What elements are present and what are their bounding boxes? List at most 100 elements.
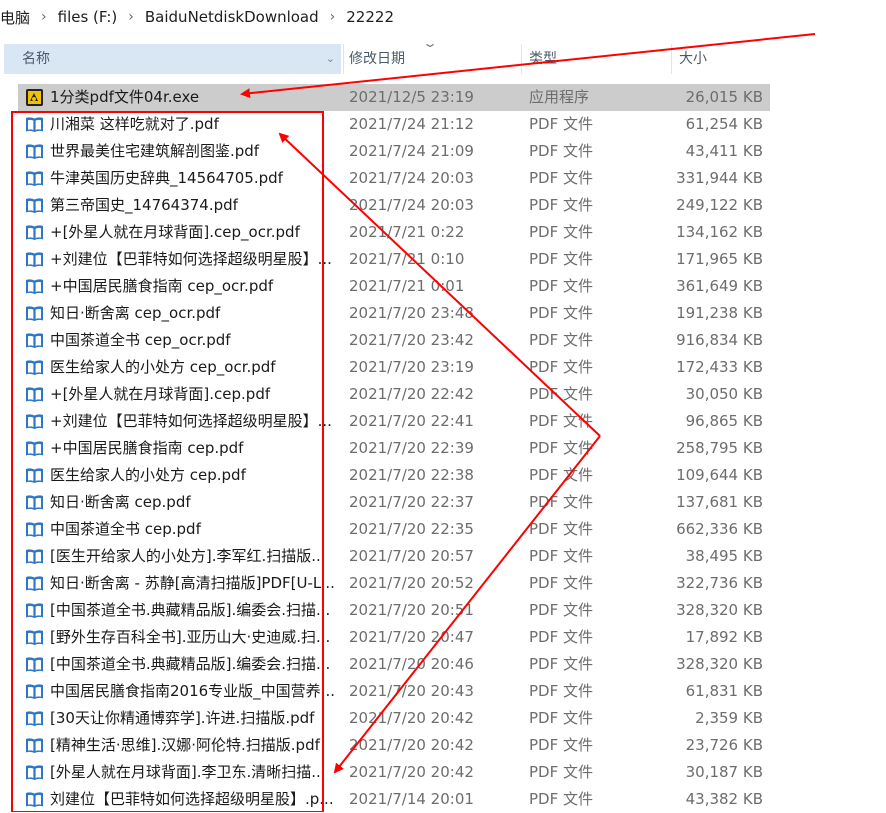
file-row[interactable]: 川湘菜 这样吃就对了.pdf 2021/7/24 21:12 PDF 文件 61,25… <box>0 111 886 138</box>
column-header-name[interactable]: 名称 ⌄ <box>4 44 341 74</box>
file-size: 2,359 KB <box>695 709 763 727</box>
file-row[interactable]: 刘建位【巴菲特如何选择超级明星股】.p... 2021/7/14 20:01 PDF… <box>0 786 886 813</box>
file-row[interactable]: 世界最美住宅建筑解剖图鉴.pdf 2021/7/24 21:09 PDF 文件 43,… <box>0 138 886 165</box>
breadcrumb-item-drive[interactable]: files (F:) <box>53 8 123 26</box>
column-divider[interactable] <box>521 44 522 74</box>
pdf-icon <box>25 439 44 458</box>
file-date: 2021/7/24 20:03 <box>349 169 474 187</box>
pdf-icon <box>25 493 44 512</box>
file-size: 26,015 KB <box>685 88 763 106</box>
breadcrumb-item-current[interactable]: 22222 <box>341 8 399 26</box>
file-row[interactable]: [医生开给家人的小处方].李军红.扫描版... 2021/7/20 20:57 PD… <box>0 543 886 570</box>
file-row[interactable]: [野外生存百科全书].亚历山大·史迪威.扫... 2021/7/20 20:47 P… <box>0 624 886 651</box>
file-size: 662,336 KB <box>676 520 763 538</box>
column-divider[interactable] <box>343 44 344 74</box>
file-size: 109,644 KB <box>676 466 763 484</box>
file-date: 2021/7/20 22:35 <box>349 520 474 538</box>
file-type: PDF 文件 <box>529 439 593 457</box>
file-name: 1分类pdf文件04r.exe <box>50 88 200 106</box>
pdf-icon <box>25 628 44 647</box>
file-name: 世界最美住宅建筑解剖图鉴.pdf <box>50 142 260 160</box>
column-header-date[interactable]: 修改日期 <box>349 44 405 74</box>
file-size: 43,382 KB <box>685 790 763 808</box>
file-date: 2021/7/20 23:48 <box>349 304 474 322</box>
file-size: 191,238 KB <box>676 304 763 322</box>
file-name: 中国居民膳食指南2016专业版_中国营养... <box>50 682 335 700</box>
chevron-right-icon[interactable]: › <box>122 9 140 25</box>
file-name: 医生给家人的小处方 cep.pdf <box>50 466 246 484</box>
pdf-icon <box>25 790 44 809</box>
file-date: 2021/7/24 21:12 <box>349 115 474 133</box>
pdf-icon <box>25 574 44 593</box>
pdf-icon <box>25 115 44 134</box>
file-date: 2021/7/20 22:37 <box>349 493 474 511</box>
file-name: 中国茶道全书 cep.pdf <box>50 520 201 538</box>
file-row[interactable]: 第三帝国史_14764374.pdf 2021/7/24 20:03 PDF 文件 2… <box>0 192 886 219</box>
file-type: PDF 文件 <box>529 763 593 781</box>
breadcrumb-item-folder[interactable]: BaiduNetdiskDownload <box>140 8 324 26</box>
file-size: 137,681 KB <box>676 493 763 511</box>
file-type: PDF 文件 <box>529 196 593 214</box>
pdf-icon <box>25 520 44 539</box>
file-date: 2021/7/20 20:47 <box>349 628 474 646</box>
breadcrumb-item-computer[interactable]: 电脑 <box>0 7 35 28</box>
pdf-icon <box>25 763 44 782</box>
file-type: PDF 文件 <box>529 223 593 241</box>
file-row[interactable]: [外星人就在月球背面].李卫东.清晰扫描... 2021/7/20 20:42 PD… <box>0 759 886 786</box>
chevron-right-icon[interactable]: › <box>35 9 53 25</box>
file-name: +中国居民膳食指南 cep.pdf <box>50 439 244 457</box>
pdf-icon <box>25 277 44 296</box>
pdf-icon <box>25 547 44 566</box>
file-date: 2021/7/20 20:57 <box>349 547 474 565</box>
file-row[interactable]: 医生给家人的小处方 cep_ocr.pdf 2021/7/20 23:19 PDF … <box>0 354 886 381</box>
file-row[interactable]: [中国茶道全书.典藏精品版].编委会.扫描... 2021/7/20 20:51 P… <box>0 597 886 624</box>
file-row[interactable]: 1分类pdf文件04r.exe 2021/12/5 23:19 应用程序 26,015… <box>0 84 886 111</box>
file-type: PDF 文件 <box>529 304 593 322</box>
file-name: [外星人就在月球背面].李卫东.清晰扫描... <box>50 763 326 781</box>
file-size: 61,254 KB <box>685 115 763 133</box>
file-type: PDF 文件 <box>529 628 593 646</box>
file-row[interactable]: [精神生活·思维].汉娜·阿伦特.扫描版.pdf 2021/7/20 20:42 P… <box>0 732 886 759</box>
file-row[interactable]: 中国茶道全书 cep.pdf 2021/7/20 22:35 PDF 文件 662,3… <box>0 516 886 543</box>
file-row[interactable]: +[外星人就在月球背面].cep.pdf 2021/7/20 22:42 PDF 文… <box>0 381 886 408</box>
column-header-type[interactable]: 类型 <box>529 44 557 74</box>
file-row[interactable]: 医生给家人的小处方 cep.pdf 2021/7/20 22:38 PDF 文件 10… <box>0 462 886 489</box>
file-row[interactable]: [中国茶道全书.典藏精品版].编委会.扫描... 2021/7/20 20:46 P… <box>0 651 886 678</box>
file-type: PDF 文件 <box>529 574 593 592</box>
file-row[interactable]: +刘建位【巴菲特如何选择超级明星股】... 2021/7/20 22:41 PDF … <box>0 408 886 435</box>
file-name: +[外星人就在月球背面].cep.pdf <box>50 385 271 403</box>
file-size: 30,050 KB <box>685 385 763 403</box>
file-size: 134,162 KB <box>676 223 763 241</box>
file-row[interactable]: 知日·断舍离 cep_ocr.pdf 2021/7/20 23:48 PDF 文件 1… <box>0 300 886 327</box>
file-type: PDF 文件 <box>529 709 593 727</box>
file-row[interactable]: +中国居民膳食指南 cep.pdf 2021/7/20 22:39 PDF 文件 25… <box>0 435 886 462</box>
column-header-size[interactable]: 大小 <box>679 44 707 74</box>
file-size: 171,965 KB <box>676 250 763 268</box>
file-name: 知日·断舍离 - 苏静[高清扫描版]PDF[U-Li... <box>50 574 335 592</box>
file-size: 17,892 KB <box>685 628 763 646</box>
file-name: +刘建位【巴菲特如何选择超级明星股】... <box>50 250 332 268</box>
file-row[interactable]: +中国居民膳食指南 cep_ocr.pdf 2021/7/21 0:01 PDF 文… <box>0 273 886 300</box>
file-type: PDF 文件 <box>529 142 593 160</box>
chevron-right-icon[interactable]: › <box>324 9 342 25</box>
column-header-bar: 名称 ⌄ 修改日期 类型 大小 <box>0 44 886 74</box>
file-date: 2021/7/21 0:10 <box>349 250 465 268</box>
file-date: 2021/7/20 20:43 <box>349 682 474 700</box>
chevron-down-icon[interactable]: ⌄ <box>326 44 335 74</box>
file-date: 2021/7/20 22:38 <box>349 466 474 484</box>
file-row[interactable]: 牛津英国历史辞典_14564705.pdf 2021/7/24 20:03 PDF … <box>0 165 886 192</box>
file-row[interactable]: +刘建位【巴菲特如何选择超级明星股】... 2021/7/21 0:10 PDF 文… <box>0 246 886 273</box>
file-row[interactable]: 知日·断舍离 - 苏静[高清扫描版]PDF[U-Li... 2021/7/20 2… <box>0 570 886 597</box>
file-row[interactable]: 中国居民膳食指南2016专业版_中国营养... 2021/7/20 20:43 PD… <box>0 678 886 705</box>
file-row[interactable]: 知日·断舍离 cep.pdf 2021/7/20 22:37 PDF 文件 137,6… <box>0 489 886 516</box>
column-divider[interactable] <box>671 44 672 74</box>
file-row[interactable]: [30天让你精通博弈学].许进.扫描版.pdf 2021/7/20 20:42 PD… <box>0 705 886 732</box>
file-type: PDF 文件 <box>529 682 593 700</box>
file-date: 2021/7/20 20:42 <box>349 736 474 754</box>
file-row[interactable]: +[外星人就在月球背面].cep_ocr.pdf 2021/7/21 0:22 PD… <box>0 219 886 246</box>
file-date: 2021/7/20 20:51 <box>349 601 474 619</box>
file-row[interactable]: 中国茶道全书 cep_ocr.pdf 2021/7/20 23:42 PDF 文件 9… <box>0 327 886 354</box>
file-size: 172,433 KB <box>676 358 763 376</box>
file-size: 249,122 KB <box>676 196 763 214</box>
file-type: PDF 文件 <box>529 466 593 484</box>
